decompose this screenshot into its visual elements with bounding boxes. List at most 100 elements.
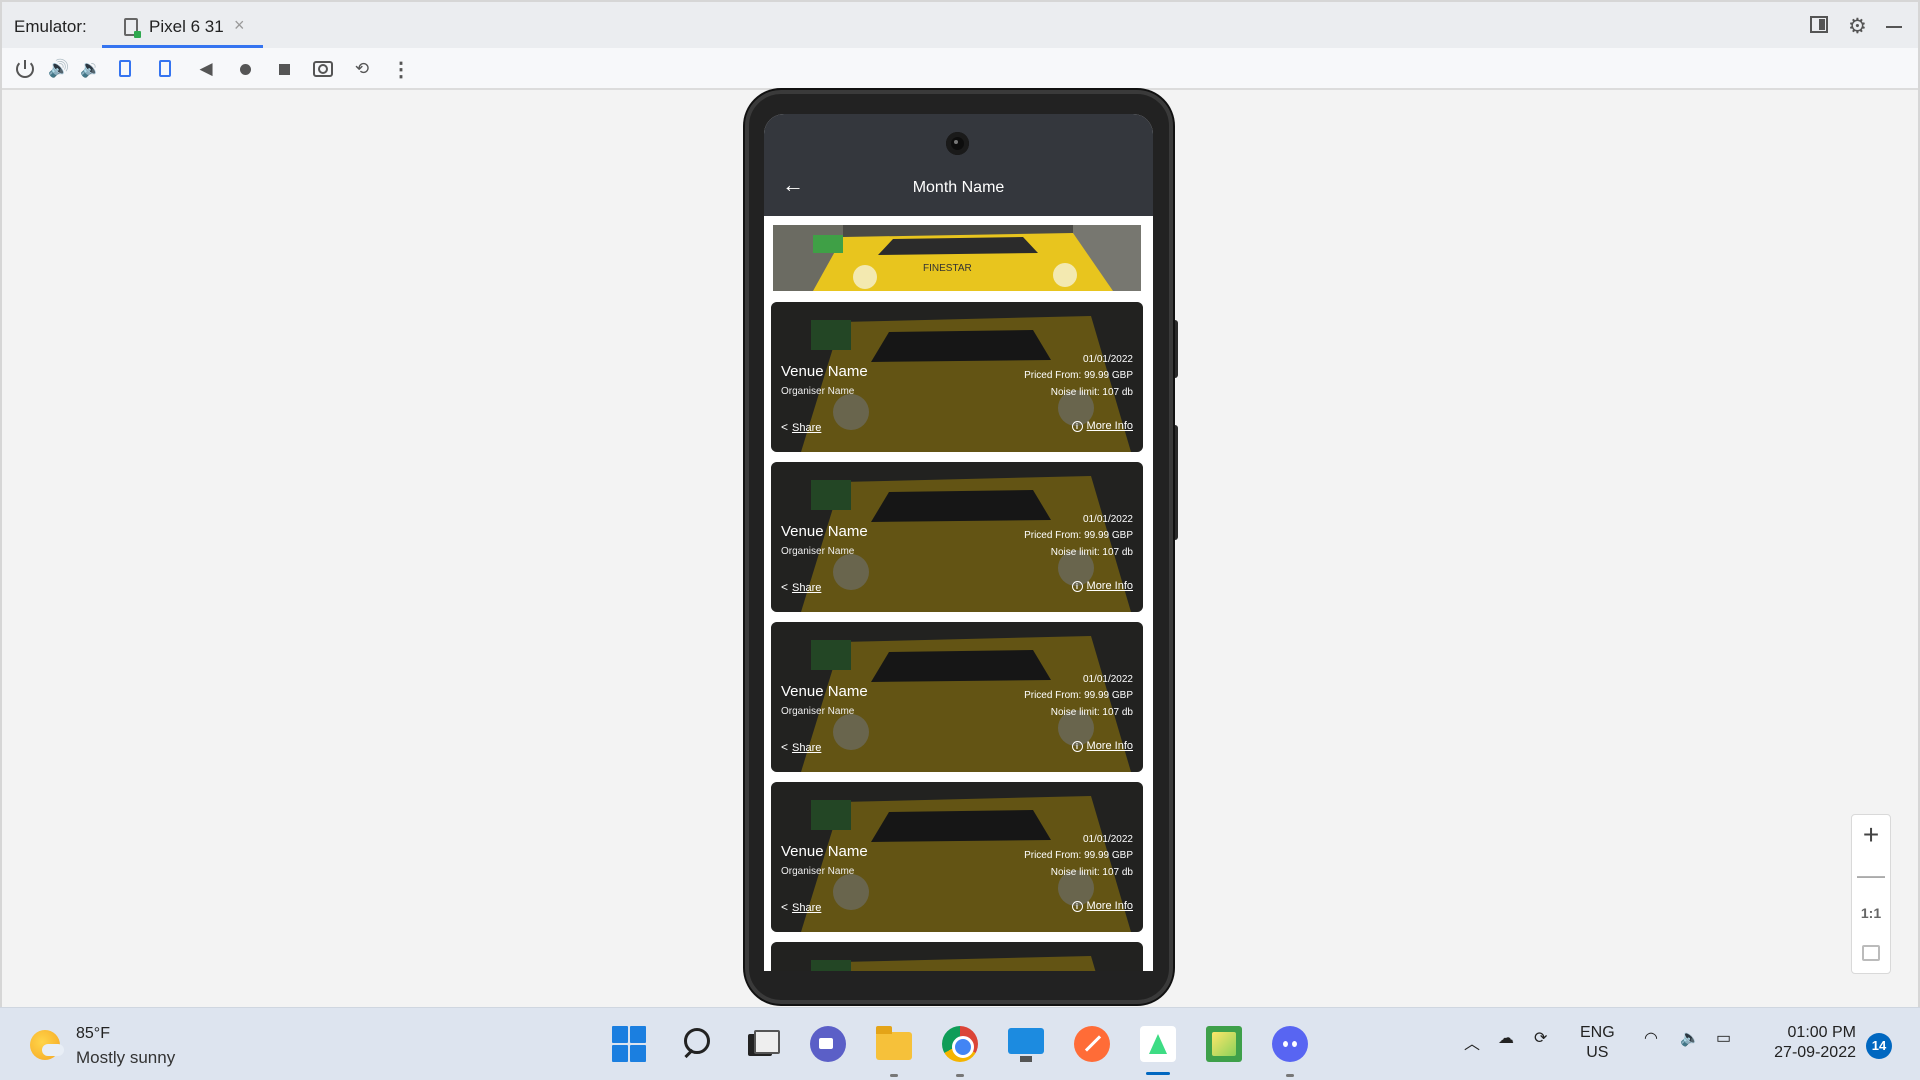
organiser-name: Organiser Name bbox=[781, 386, 855, 397]
remote-desktop-icon[interactable] bbox=[1008, 1028, 1044, 1062]
zoom-out-button[interactable]: — bbox=[1852, 859, 1890, 891]
discord-icon[interactable] bbox=[1272, 1026, 1308, 1062]
volume-down-icon[interactable]: 🔉 bbox=[80, 58, 102, 80]
weather-icon[interactable] bbox=[30, 1030, 64, 1060]
clock-date: 27-09-2022 bbox=[1774, 1044, 1856, 1061]
event-list[interactable]: FINESTAR Venue Name Organiser Name 01/01… bbox=[764, 216, 1153, 971]
overview-icon[interactable] bbox=[273, 58, 295, 80]
minimize-icon[interactable] bbox=[1886, 26, 1902, 28]
info-icon: i bbox=[1071, 421, 1083, 432]
running-indicator bbox=[1286, 1074, 1294, 1077]
more-icon[interactable] bbox=[390, 58, 412, 80]
venue-name: Venue Name bbox=[781, 843, 868, 860]
battery-icon[interactable]: ▭ bbox=[1716, 1028, 1731, 1048]
event-date: 01/01/2022 bbox=[1082, 514, 1133, 525]
more-info-link[interactable]: i More Info bbox=[1071, 580, 1133, 592]
chevron-up-icon[interactable]: ︿ bbox=[1464, 1030, 1480, 1054]
search-icon[interactable] bbox=[680, 1026, 716, 1062]
home-icon[interactable] bbox=[234, 58, 256, 80]
page-title: Month Name bbox=[912, 179, 1005, 196]
weather-condition[interactable]: Mostly sunny bbox=[76, 1048, 175, 1068]
phone-device: ← Month Name FINESTAR Venue Name Organis… bbox=[745, 90, 1173, 1004]
share-icon: < bbox=[781, 580, 789, 594]
more-info-label: More Info bbox=[1086, 900, 1133, 912]
event-card-partial[interactable] bbox=[771, 942, 1143, 971]
chrome-icon[interactable] bbox=[942, 1026, 978, 1062]
weather-temperature[interactable]: 85°F bbox=[76, 1025, 110, 1043]
power-icon[interactable] bbox=[14, 58, 36, 80]
device-icon bbox=[124, 18, 141, 38]
rotate-right-icon[interactable] bbox=[159, 60, 171, 77]
volume-up-icon[interactable]: 🔊 bbox=[48, 58, 70, 80]
share-link[interactable]: < Share bbox=[781, 580, 821, 594]
info-icon: i bbox=[1071, 581, 1083, 592]
more-info-link[interactable]: i More Info bbox=[1071, 740, 1133, 752]
zoom-fit-icon[interactable] bbox=[1862, 945, 1880, 961]
emulator-label: Emulator: bbox=[14, 17, 87, 36]
organiser-name: Organiser Name bbox=[781, 706, 855, 717]
phone-bezel-bottom bbox=[764, 971, 1153, 983]
language-code: ENG bbox=[1580, 1024, 1615, 1041]
front-camera bbox=[946, 132, 969, 155]
rotate-left-icon[interactable] bbox=[119, 60, 131, 77]
noise-limit: Noise limit: 107 db bbox=[1050, 547, 1133, 558]
organiser-name: Organiser Name bbox=[781, 546, 855, 557]
app-bar: ← Month Name bbox=[764, 114, 1153, 216]
task-view-icon[interactable] bbox=[744, 1026, 780, 1062]
info-icon: i bbox=[1071, 741, 1083, 752]
back-icon[interactable]: ◀ bbox=[195, 58, 217, 80]
more-info-link[interactable]: i More Info bbox=[1071, 420, 1133, 432]
paint-icon[interactable] bbox=[1206, 1026, 1242, 1062]
share-label: Share bbox=[792, 902, 822, 914]
android-studio-icon[interactable] bbox=[1140, 1026, 1176, 1062]
start-icon[interactable] bbox=[612, 1026, 646, 1062]
notification-badge[interactable]: 14 bbox=[1866, 1033, 1892, 1059]
onedrive-icon[interactable]: ☁ bbox=[1498, 1028, 1514, 1048]
sync-icon[interactable]: ⟳ bbox=[1534, 1028, 1547, 1048]
share-link[interactable]: < Share bbox=[781, 740, 821, 754]
system-clock[interactable]: 01:00 PM 27-09-2022 bbox=[1760, 1023, 1856, 1063]
windows-taskbar: 85°F Mostly sunny ︿ ☁ ⟳ ENG US ◠ 🔈 ▭ 01:… bbox=[0, 1007, 1920, 1080]
postman-icon[interactable] bbox=[1074, 1026, 1110, 1062]
running-indicator bbox=[956, 1074, 964, 1077]
more-info-label: More Info bbox=[1086, 580, 1133, 592]
venue-name: Venue Name bbox=[781, 683, 868, 700]
emulator-toolbar: 🔊 🔉 ◀ ⟲ bbox=[2, 48, 1918, 90]
noise-limit: Noise limit: 107 db bbox=[1050, 867, 1133, 878]
venue-name: Venue Name bbox=[781, 523, 868, 540]
event-date: 01/01/2022 bbox=[1082, 354, 1133, 365]
teams-chat-icon[interactable] bbox=[810, 1026, 846, 1062]
share-label: Share bbox=[792, 742, 822, 754]
noise-limit: Noise limit: 107 db bbox=[1050, 707, 1133, 718]
more-info-link[interactable]: i More Info bbox=[1071, 900, 1133, 912]
zoom-actual-size-button[interactable]: 1:1 bbox=[1852, 905, 1890, 921]
gear-icon[interactable]: ⚙ bbox=[1848, 14, 1867, 39]
panel-layout-icon[interactable] bbox=[1810, 16, 1828, 33]
event-card[interactable]: Venue Name Organiser Name 01/01/2022 Pri… bbox=[771, 302, 1143, 452]
phone-screen: ← Month Name FINESTAR Venue Name Organis… bbox=[764, 114, 1153, 971]
event-date: 01/01/2022 bbox=[1082, 674, 1133, 685]
wifi-icon[interactable]: ◠ bbox=[1644, 1028, 1658, 1048]
screenshot-icon[interactable] bbox=[312, 58, 334, 80]
banner-image: FINESTAR bbox=[773, 225, 1141, 291]
info-icon: i bbox=[1071, 901, 1083, 912]
clock-time: 01:00 PM bbox=[1787, 1024, 1856, 1041]
event-card[interactable]: Venue Name Organiser Name 01/01/2022 Pri… bbox=[771, 622, 1143, 772]
device-tab[interactable]: Pixel 6 31 × bbox=[102, 2, 263, 48]
snapshot-icon[interactable]: ⟲ bbox=[351, 58, 373, 80]
file-explorer-icon[interactable] bbox=[876, 1026, 912, 1060]
share-link[interactable]: < Share bbox=[781, 900, 821, 914]
share-link[interactable]: < Share bbox=[781, 420, 821, 434]
close-tab-icon[interactable]: × bbox=[234, 15, 245, 36]
zoom-in-button[interactable]: + bbox=[1852, 819, 1890, 851]
speaker-icon[interactable]: 🔈 bbox=[1680, 1028, 1700, 1048]
share-icon: < bbox=[781, 420, 789, 434]
emulator-tabbar: Emulator: Pixel 6 31 × ⚙ bbox=[2, 2, 1918, 48]
share-icon: < bbox=[781, 900, 789, 914]
share-label: Share bbox=[792, 422, 822, 434]
zoom-controls: + — 1:1 bbox=[1851, 814, 1891, 974]
event-card[interactable]: Venue Name Organiser Name 01/01/2022 Pri… bbox=[771, 462, 1143, 612]
noise-limit: Noise limit: 107 db bbox=[1050, 387, 1133, 398]
event-card[interactable]: Venue Name Organiser Name 01/01/2022 Pri… bbox=[771, 782, 1143, 932]
language-indicator[interactable]: ENG US bbox=[1580, 1023, 1615, 1063]
